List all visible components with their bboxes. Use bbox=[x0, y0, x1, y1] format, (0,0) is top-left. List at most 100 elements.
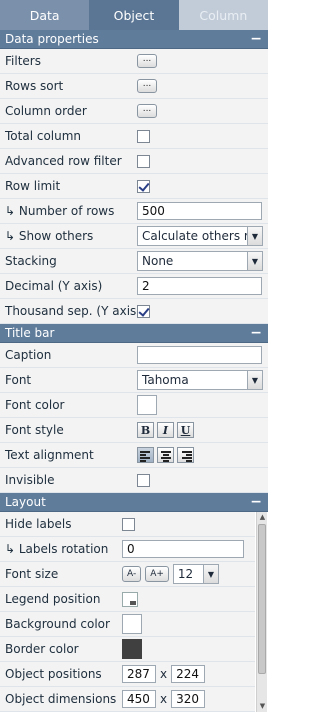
font-color-swatch[interactable] bbox=[137, 395, 157, 415]
row-label: Font bbox=[5, 373, 32, 387]
row-label: Hide labels bbox=[5, 517, 72, 531]
tab-bar: Data Object Column bbox=[0, 0, 268, 30]
tab-column: Column bbox=[178, 0, 268, 30]
invisible-checkbox[interactable] bbox=[137, 473, 150, 487]
row-text-alignment: Text alignment bbox=[0, 443, 268, 468]
properties-panel: Data properties − Filters ... Rows sort … bbox=[0, 30, 268, 723]
chevron-down-icon[interactable]: ▼ bbox=[247, 252, 262, 270]
row-label: Object dimensions bbox=[5, 692, 117, 706]
position-y-input[interactable]: 224 bbox=[171, 665, 206, 683]
tab-data[interactable]: Data bbox=[0, 0, 90, 30]
row-column-order: Column order ... bbox=[0, 99, 268, 124]
collapse-icon[interactable]: − bbox=[250, 495, 262, 509]
thousand-sep-checkbox[interactable] bbox=[137, 304, 150, 318]
row-stacking: Stacking None ▼ bbox=[0, 249, 268, 274]
decimal-y-input[interactable]: 2 bbox=[137, 277, 262, 295]
row-label: Font color bbox=[5, 398, 65, 412]
total-column-checkbox[interactable] bbox=[137, 129, 150, 143]
legend-position-icon[interactable] bbox=[122, 591, 138, 607]
row-label: Thousand sep. (Y axis) bbox=[5, 304, 137, 318]
row-advanced-row-filter: Advanced row filter bbox=[0, 149, 268, 174]
scrollbar-thumb[interactable] bbox=[258, 524, 266, 674]
labels-rotation-input[interactable]: 0 bbox=[122, 540, 244, 558]
layout-scrollbar[interactable]: ▲ ▼ bbox=[256, 512, 267, 712]
row-label: Column order bbox=[5, 104, 87, 118]
row-object-positions: Object positions 287 x 224 bbox=[0, 662, 255, 687]
section-title: Title bar bbox=[5, 326, 55, 340]
stacking-select[interactable]: None ▼ bbox=[137, 251, 263, 271]
collapse-icon[interactable]: − bbox=[250, 326, 262, 340]
select-value: None bbox=[142, 254, 174, 268]
row-object-dimensions: Object dimensions 450 x 320 bbox=[0, 687, 255, 712]
row-label: Stacking bbox=[5, 254, 57, 268]
row-rows-sort: Rows sort ... bbox=[0, 74, 268, 99]
align-center-icon[interactable] bbox=[157, 447, 174, 463]
scroll-up-icon[interactable]: ▲ bbox=[258, 513, 267, 522]
times-label: x bbox=[160, 667, 168, 681]
row-label: Object positions bbox=[5, 667, 102, 681]
select-value: Tahoma bbox=[142, 373, 189, 387]
row-label: ↳ Labels rotation bbox=[5, 542, 109, 556]
rows-sort-button[interactable]: ... bbox=[137, 79, 157, 93]
number-of-rows-input[interactable]: 500 bbox=[137, 202, 262, 220]
advanced-row-filter-checkbox[interactable] bbox=[137, 154, 150, 168]
row-label: Border color bbox=[5, 642, 79, 656]
row-legend-position: Legend position bbox=[0, 587, 255, 612]
row-font-size: Font size A- A+ 12 ▼ bbox=[0, 562, 255, 587]
chevron-down-icon[interactable]: ▼ bbox=[247, 227, 262, 245]
font-decrease-button[interactable]: A- bbox=[122, 566, 142, 582]
row-label: Background color bbox=[5, 617, 110, 631]
chevron-down-icon[interactable]: ▼ bbox=[202, 565, 218, 583]
row-label: Text alignment bbox=[5, 448, 94, 462]
font-size-select[interactable]: 12 ▼ bbox=[172, 564, 219, 584]
font-select[interactable]: Tahoma ▼ bbox=[137, 370, 263, 390]
row-label: Caption bbox=[5, 348, 52, 362]
caption-input[interactable] bbox=[137, 346, 262, 364]
section-header-data-properties[interactable]: Data properties − bbox=[0, 30, 268, 49]
select-value: Calculate others row bbox=[142, 229, 247, 243]
align-right-icon[interactable] bbox=[177, 447, 194, 463]
border-color-swatch[interactable] bbox=[122, 639, 142, 659]
width-input[interactable]: 450 bbox=[122, 690, 156, 708]
row-thousand-sep: Thousand sep. (Y axis) bbox=[0, 299, 268, 324]
row-label: Font style bbox=[5, 423, 64, 437]
row-label: Row limit bbox=[5, 179, 61, 193]
section-title: Data properties bbox=[5, 32, 99, 46]
bold-button[interactable]: B bbox=[137, 422, 154, 438]
underline-button[interactable]: U bbox=[177, 422, 194, 438]
row-border-color: Border color bbox=[0, 637, 255, 662]
section-header-title-bar[interactable]: Title bar − bbox=[0, 324, 268, 343]
row-show-others: ↳ Show others Calculate others row ▼ bbox=[0, 224, 268, 249]
row-invisible: Invisible bbox=[0, 468, 268, 493]
collapse-icon[interactable]: − bbox=[250, 32, 262, 46]
italic-button[interactable]: I bbox=[157, 422, 174, 438]
row-limit-checkbox[interactable] bbox=[137, 179, 150, 193]
section-header-layout[interactable]: Layout − bbox=[0, 493, 268, 512]
layout-section: Hide labels ↳ Labels rotation 0 Font siz… bbox=[0, 512, 268, 712]
position-x-input[interactable]: 287 bbox=[122, 665, 156, 683]
row-font-color: Font color bbox=[0, 393, 268, 418]
row-label: ↳ Number of rows bbox=[5, 204, 115, 218]
scroll-down-icon[interactable]: ▼ bbox=[258, 702, 267, 711]
row-label: Legend position bbox=[5, 592, 101, 606]
row-decimal-y: Decimal (Y axis) 2 bbox=[0, 274, 268, 299]
row-filters: Filters ... bbox=[0, 49, 268, 74]
font-increase-button[interactable]: A+ bbox=[145, 566, 169, 582]
section-title: Layout bbox=[5, 495, 46, 509]
height-input[interactable]: 320 bbox=[171, 690, 206, 708]
hide-labels-checkbox[interactable] bbox=[122, 517, 135, 531]
show-others-select[interactable]: Calculate others row ▼ bbox=[137, 226, 263, 246]
row-font: Font Tahoma ▼ bbox=[0, 368, 268, 393]
row-hide-labels: Hide labels bbox=[0, 512, 255, 537]
select-value: 12 bbox=[177, 567, 194, 581]
align-left-icon[interactable] bbox=[137, 447, 154, 463]
column-order-button[interactable]: ... bbox=[137, 104, 157, 118]
chevron-down-icon[interactable]: ▼ bbox=[247, 371, 262, 389]
background-color-swatch[interactable] bbox=[122, 614, 142, 634]
row-row-limit: Row limit bbox=[0, 174, 268, 199]
row-font-style: Font style B I U bbox=[0, 418, 268, 443]
row-label: Invisible bbox=[5, 473, 55, 487]
filters-button[interactable]: ... bbox=[137, 54, 157, 68]
row-caption: Caption bbox=[0, 343, 268, 368]
tab-object[interactable]: Object bbox=[89, 0, 179, 30]
